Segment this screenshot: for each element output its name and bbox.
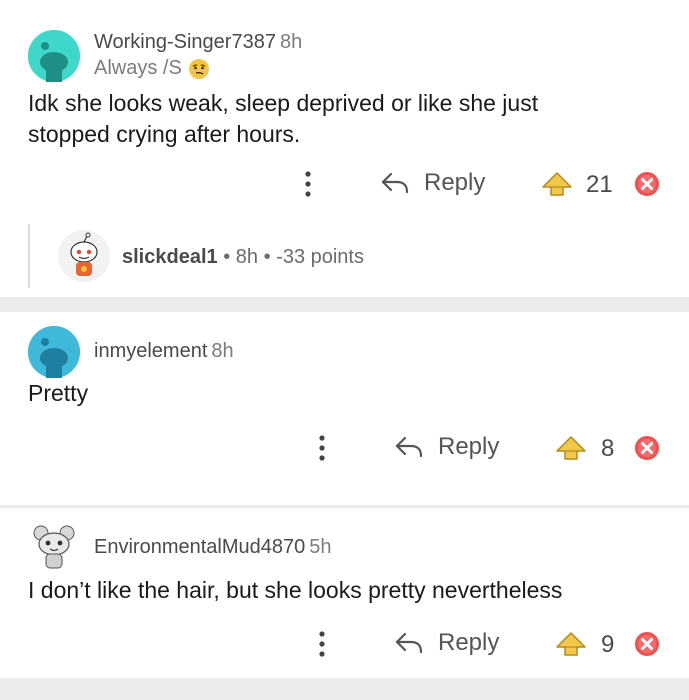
- collapsed-reply-row[interactable]: slickdeal1 • 8h • -33 points: [28, 224, 658, 288]
- comment-actions: Reply 9: [0, 624, 689, 664]
- reply-label: Reply: [424, 169, 486, 196]
- score-count: 21: [586, 171, 613, 198]
- comment-line: I don’t like the hair, but she looks pre…: [28, 577, 563, 603]
- username-text[interactable]: inmyelement: [94, 340, 207, 362]
- comment-line: Idk she looks weak, sleep deprived or li…: [28, 90, 539, 116]
- snoo-avatar-icon: [58, 230, 110, 282]
- user-avatar[interactable]: [28, 520, 80, 572]
- comment-time: 8h: [235, 246, 259, 268]
- user-avatar[interactable]: [58, 230, 110, 282]
- reply-arrow-icon: [395, 632, 423, 654]
- downvote-icon[interactable]: [634, 171, 660, 197]
- comment-body: Idk she looks weak, sleep deprived or li…: [28, 88, 538, 150]
- reply-label: Reply: [438, 433, 500, 460]
- comment-actions: Reply 21: [0, 164, 689, 204]
- comment-time: 8h: [211, 340, 234, 362]
- more-vertical-icon[interactable]: [317, 629, 327, 659]
- comment-line: stopped crying after hours.: [28, 121, 301, 147]
- more-vertical-icon[interactable]: [303, 169, 313, 199]
- points-text: -33 points: [276, 246, 364, 268]
- comment-actions: Reply 8: [0, 428, 689, 468]
- upvote-icon[interactable]: [541, 171, 573, 197]
- more-vertical-icon[interactable]: [317, 433, 327, 463]
- snoo-avatar-icon: [28, 326, 80, 378]
- comment-username[interactable]: Working-Singer7387 8h: [94, 31, 302, 54]
- score-count: 9: [601, 631, 615, 658]
- comment-username[interactable]: inmyelement 8h: [94, 340, 234, 363]
- snoo-avatar-icon: [28, 30, 80, 82]
- username-text[interactable]: Working-Singer7387: [94, 31, 276, 53]
- comment-body: I don’t like the hair, but she looks pre…: [28, 575, 562, 606]
- user-flair: Always /S: [94, 57, 210, 80]
- comment-body: Pretty: [28, 378, 88, 409]
- username-text[interactable]: slickdeal1: [122, 246, 218, 268]
- reply-arrow-icon: [381, 172, 409, 194]
- comment-card: Working-Singer7387 8h Always /S Idk she l…: [0, 0, 689, 297]
- comment-card: inmyelement 8h Pretty Reply 8: [0, 312, 689, 505]
- reply-button[interactable]: Reply: [380, 169, 485, 197]
- upvote-icon[interactable]: [555, 435, 587, 461]
- username-text[interactable]: EnvironmentalMud4870: [94, 536, 305, 558]
- comment-line: Pretty: [28, 380, 89, 406]
- score-count: 8: [601, 435, 615, 462]
- separator: •: [223, 246, 231, 268]
- flair-text: Always /S: [94, 57, 182, 79]
- user-avatar[interactable]: [28, 30, 80, 82]
- reply-button[interactable]: Reply: [394, 629, 499, 657]
- reply-arrow-icon: [395, 436, 423, 458]
- snoo-avatar-icon: [28, 520, 80, 572]
- comment-username[interactable]: EnvironmentalMud4870 5h: [94, 536, 332, 559]
- downvote-icon[interactable]: [634, 435, 660, 461]
- comment-time: 8h: [279, 31, 303, 53]
- comment-time: 5h: [309, 536, 332, 558]
- separator: •: [263, 246, 271, 268]
- smirk-emoji-icon: [188, 58, 210, 80]
- user-avatar[interactable]: [28, 326, 80, 378]
- reply-button[interactable]: Reply: [394, 433, 499, 461]
- upvote-icon[interactable]: [555, 631, 587, 657]
- comment-card: EnvironmentalMud4870 5h I don’t like the …: [0, 508, 689, 678]
- reply-label: Reply: [438, 629, 500, 656]
- downvote-icon[interactable]: [634, 631, 660, 657]
- collapsed-reply-meta: slickdeal1 • 8h • -33 points: [122, 246, 364, 269]
